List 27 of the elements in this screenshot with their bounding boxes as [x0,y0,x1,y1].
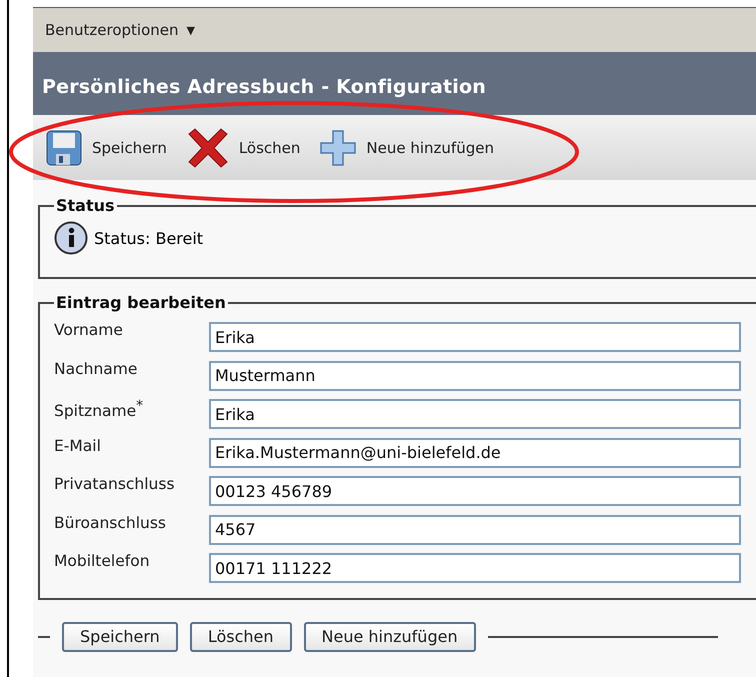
field-label: Nachname [54,358,138,378]
field-label: Privatanschluss [54,474,176,493]
toolbar-button[interactable]: Löschen [186,128,300,168]
field-label: Mobiltelefon [54,551,151,570]
input-field[interactable]: Mustermann [209,360,741,391]
page-title: Persönliches Adressbuch - Konfiguration [42,76,486,98]
group-title: Eintrag bearbeiten [55,293,227,312]
input-field[interactable]: 00123 456789 [209,476,741,506]
plus-icon [320,130,356,166]
toolbar-button[interactable]: Speichern [46,130,167,166]
field-label: E-Mail [54,436,102,454]
input-field[interactable]: Erika.Mustermann@uni-bielefeld.de [209,438,741,468]
field-label: Vorname [54,320,124,339]
form-button[interactable]: Speichern [62,622,178,652]
info-icon [54,221,88,255]
cross-icon [186,128,229,168]
user-options-menu[interactable]: Benutzeroptionen ▼ [45,21,195,39]
status-text: Status: Bereit [94,228,204,248]
input-field[interactable]: Erika [209,322,741,352]
input-field[interactable]: 4567 [209,514,741,545]
form-button[interactable]: Neue hinzufügen [304,622,476,652]
form-button[interactable]: Löschen [190,622,292,652]
field-label: Büroanschluss [54,512,167,532]
toolbar-button[interactable]: Neue hinzufügen [320,130,494,166]
group-title: Status [55,196,116,215]
input-field[interactable]: 00171 111222 [209,553,741,584]
input-field[interactable]: Erika [209,399,741,430]
